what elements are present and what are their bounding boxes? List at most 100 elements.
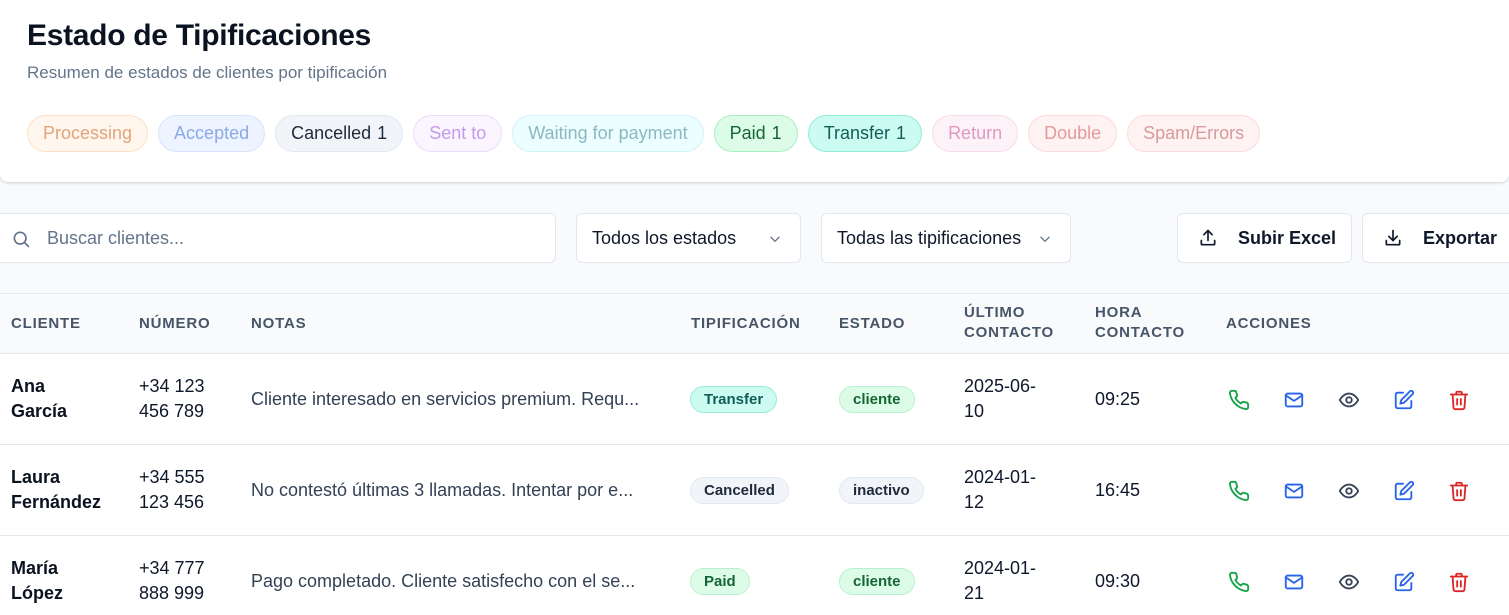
chip-label: Transfer [823,123,891,143]
export-button[interactable]: Exportar [1362,213,1509,263]
table-row[interactable]: Ana García +34 123 456 789 Cliente interesad… [0,354,1509,445]
client-notes: Cliente interesado en servicios premium.… [251,387,639,412]
toolbar: Todos los estados Todas las tipificacion… [0,213,1509,263]
status-badge: cliente [839,386,915,413]
client-phone-line: 888 999 [139,583,205,603]
last-contact-date-line: 2024-01- [964,467,1037,487]
eye-icon[interactable] [1338,480,1360,502]
client-name-line: García [11,401,68,421]
status-filter-select[interactable]: Todos los estados [576,213,801,263]
trash-icon[interactable] [1448,480,1470,502]
summary-card: Estado de Tipificaciones Resumen de esta… [0,0,1509,182]
typification-chip-paid[interactable]: Paid 1 [713,115,798,152]
chip-label: Double [1044,123,1102,143]
client-phone: +34 777 888 999 [139,556,205,606]
client-phone-line: 123 456 [139,492,205,512]
trash-icon[interactable] [1448,571,1470,593]
eye-icon[interactable] [1338,389,1360,411]
phone-icon[interactable] [1228,480,1250,502]
last-contact-date-line: 2025-06- [964,376,1037,396]
column-header: ACCIONES [1226,314,1312,334]
eye-icon[interactable] [1338,571,1360,593]
client-phone: +34 555 123 456 [139,465,205,515]
client-notes-line: Pago completado. Cliente satisfecho con … [251,571,636,591]
column-header-label: ACCIONES [1226,315,1312,332]
client-notes-line: Cliente interesado en servicios premium.… [251,389,640,409]
chip-label: Processing [43,123,133,143]
status-badge: cliente [839,568,915,595]
typification-chip-processing[interactable]: Processing [27,115,149,152]
column-header-label: NOTAS [251,315,307,332]
page-subtitle: Resumen de estados de clientes por tipif… [27,63,388,82]
last-contact-time: 09:25 [1095,387,1140,412]
last-contact-date-line: 21 [964,583,985,603]
chip-count: 1 [377,123,388,143]
export-label: Exportar [1423,228,1498,248]
typification-filter-select[interactable]: Todas las tipificaciones [821,213,1071,263]
column-header-label: CONTACTO [964,324,1055,341]
last-contact-time-line: 16:45 [1095,480,1141,500]
client-phone-line: +34 123 [139,376,205,396]
edit-icon[interactable] [1393,571,1415,593]
status-filter-value: Todos los estados [592,227,737,248]
typification-chip-accepted[interactable]: Accepted [158,115,266,152]
client-name-line: María [11,558,59,578]
typification-badge: Cancelled [690,477,789,504]
last-contact-date-line: 10 [964,401,985,421]
chevron-down-icon [770,236,780,242]
column-header-label: HORA [1095,304,1143,321]
typification-chip-double[interactable]: Double [1028,115,1118,152]
last-contact-date: 2024-01- 21 [964,556,1036,606]
mail-icon[interactable] [1283,480,1305,502]
chip-count: 1 [771,123,782,143]
table-row[interactable]: Laura Fernández +34 555 123 456 No contestó … [0,445,1509,536]
typification-badge: Transfer [690,386,778,413]
table-row[interactable]: María López +34 777 888 999 Pago completado.… [0,536,1509,615]
upload-excel-button[interactable]: Subir Excel [1177,213,1352,263]
chip-label: Cancelled [291,123,372,143]
typification-chip-cancelled[interactable]: Cancelled 1 [275,115,404,152]
column-header-label: NÚMERO [139,315,211,332]
client-notes: No contestó últimas 3 llamadas. Intentar… [251,478,633,503]
chip-label: Waiting for payment [528,123,688,143]
last-contact-date-line: 2024-01- [964,558,1037,578]
client-name-line: López [11,583,63,603]
edit-icon[interactable] [1393,389,1415,411]
client-notes-line: No contestó últimas 3 llamadas. Intentar… [251,480,634,500]
last-contact-time-line: 09:25 [1095,389,1141,409]
phone-icon[interactable] [1228,389,1250,411]
chip-label: Spam/Errors [1143,123,1245,143]
client-name: Ana García [11,374,67,424]
typification-badge: Paid [690,568,750,595]
search-box[interactable] [0,213,556,263]
typification-chip-return[interactable]: Return [932,115,1019,152]
trash-icon[interactable] [1448,389,1470,411]
typification-chip-transfer[interactable]: Transfer 1 [807,115,923,152]
last-contact-date: 2025-06- 10 [964,374,1036,424]
mail-icon[interactable] [1283,571,1305,593]
last-contact-date: 2024-01- 12 [964,465,1036,515]
last-contact-date-line: 12 [964,492,985,512]
column-header: ESTADO [839,314,905,334]
typification-filter-value: Todas las tipificaciones [837,227,1022,248]
typification-chip-sent-to[interactable]: Sent to [413,115,503,152]
typification-chip-spam-errors[interactable]: Spam/Errors [1127,115,1261,152]
mail-icon[interactable] [1283,389,1305,411]
typification-chip-waiting-for-payment[interactable]: Waiting for payment [512,115,704,152]
column-header: HORA CONTACTO [1095,303,1185,343]
last-contact-time: 16:45 [1095,478,1140,503]
column-header-label: CLIENTE [11,315,81,332]
search-icon [13,231,30,248]
search-input[interactable] [47,214,537,262]
chip-count: 1 [896,123,907,143]
chevron-down-icon [1040,236,1050,242]
client-name: Laura Fernández [11,465,101,515]
client-phone: +34 123 456 789 [139,374,205,424]
clients-table: CLIENTE NÚMERO NOTAS TIPIFICACIÓN ESTADO ÚLTI… [0,293,1509,615]
phone-icon[interactable] [1228,571,1250,593]
edit-icon[interactable] [1393,480,1415,502]
chip-label: Return [948,123,1003,143]
client-name-line: Laura [11,467,61,487]
column-header-label: ÚLTIMO [964,304,1026,321]
last-contact-time: 09:30 [1095,569,1140,594]
